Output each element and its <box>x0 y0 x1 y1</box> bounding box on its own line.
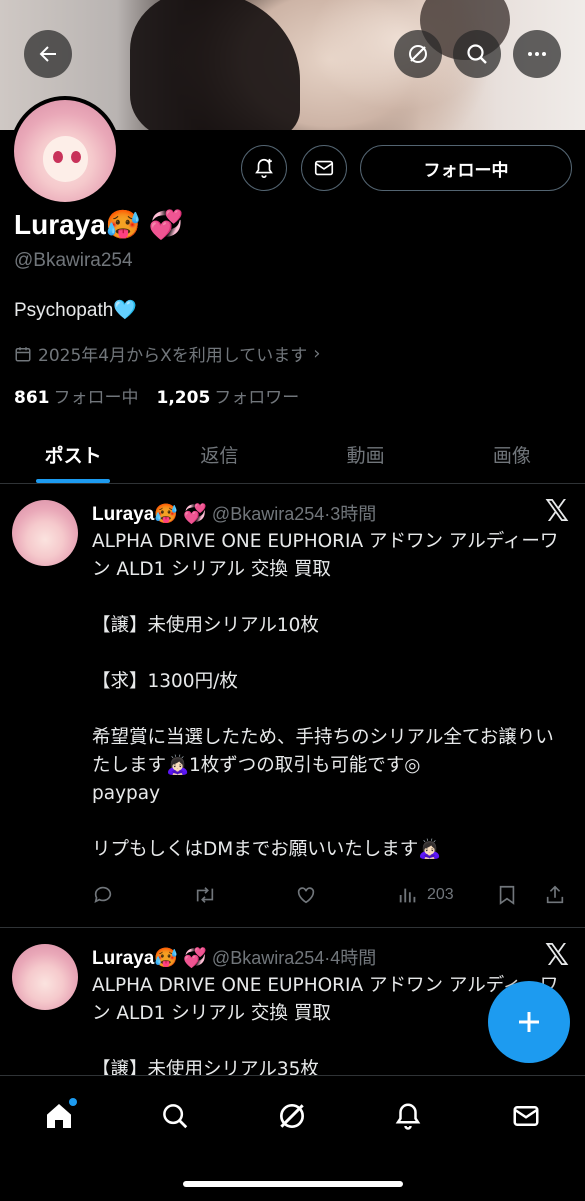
post-text: ALPHA DRIVE ONE EUPHORIA アドワン アルディーワン AL… <box>92 531 559 860</box>
post-header: Luraya🥵 💞 @Bkawira254·3時間 <box>92 500 376 526</box>
profile-tabs: ポスト 返信 動画 画像 <box>0 425 585 484</box>
avatar-face <box>42 135 89 182</box>
nav-home[interactable] <box>39 1096 79 1136</box>
joined-text: 2025年4月からXを利用しています <box>38 346 308 366</box>
nav-notifications[interactable] <box>388 1096 428 1136</box>
back-button[interactable] <box>24 30 72 78</box>
tab-replies-label: 返信 <box>200 444 239 467</box>
following-label: フォロー中 <box>53 388 139 408</box>
post-item[interactable]: Luraya🥵 💞 @Bkawira254·3時間 𝕏 ALPHA DRIVE … <box>0 484 585 926</box>
search-button[interactable] <box>453 30 501 78</box>
views-button[interactable]: 203 <box>397 884 454 906</box>
tab-videos[interactable]: 動画 <box>293 425 439 483</box>
following-count: 861 <box>14 388 50 408</box>
active-tab-indicator <box>36 479 111 483</box>
bell-icon <box>395 1103 421 1130</box>
plus-icon <box>519 1012 539 1032</box>
display-name: Luraya🥵 💞 <box>14 209 184 240</box>
repost-icon <box>196 887 214 903</box>
envelope-icon <box>314 160 334 176</box>
share-icon <box>546 885 564 904</box>
heart-icon <box>297 887 315 904</box>
more-icon <box>528 52 546 56</box>
tab-posts[interactable]: ポスト <box>0 425 146 483</box>
post-actions: 203 <box>92 880 572 910</box>
tab-images-label: 画像 <box>492 444 531 467</box>
notification-dot <box>69 1098 77 1106</box>
search-icon <box>467 44 487 64</box>
compose-button[interactable] <box>488 981 570 1063</box>
views-count: 203 <box>427 886 454 903</box>
profile-handle: @Bkawira254 <box>14 250 133 271</box>
like-button[interactable] <box>295 884 317 906</box>
nav-grok[interactable] <box>272 1096 312 1136</box>
profile-bio: Psychopath🩵 <box>14 300 137 321</box>
more-button[interactable] <box>513 30 561 78</box>
grok-icon <box>280 1104 304 1128</box>
home-indicator <box>183 1181 403 1187</box>
post-avatar[interactable] <box>12 500 78 566</box>
search-icon <box>163 1104 188 1129</box>
post-author-name: Luraya🥵 💞 <box>92 948 207 969</box>
follow-stats: 861 フォロー中 1,205 フォロワー <box>14 383 299 408</box>
arrow-left-icon <box>39 46 56 62</box>
notifications-subscribe-button[interactable] <box>241 145 287 191</box>
tab-posts-label: ポスト <box>44 444 102 467</box>
grok-button[interactable] <box>394 30 442 78</box>
tab-replies[interactable]: 返信 <box>146 425 292 483</box>
bookmark-button[interactable] <box>497 884 517 906</box>
post-author-name: Luraya🥵 💞 <box>92 504 207 525</box>
x-logo-icon: 𝕏 <box>544 938 569 973</box>
tab-images[interactable]: 画像 <box>439 425 585 483</box>
post-time: ·4時間 <box>324 948 377 968</box>
repost-button[interactable] <box>192 884 218 906</box>
followers-stat[interactable]: 1,205 フォロワー <box>157 383 300 408</box>
bell-plus-icon <box>255 158 273 178</box>
chevron-right-icon: › <box>313 343 321 364</box>
banner-photo-hair <box>130 0 300 130</box>
bookmark-icon <box>499 885 515 905</box>
reply-button[interactable] <box>92 884 114 906</box>
post-author-handle: @Bkawira254 <box>211 504 325 524</box>
joined-date[interactable]: 2025年4月からXを利用しています › <box>14 341 320 366</box>
reply-icon <box>94 886 112 903</box>
message-button[interactable] <box>301 145 347 191</box>
avatar-eye-left <box>52 151 63 164</box>
post-time: ·3時間 <box>324 504 377 524</box>
post-author-handle: @Bkawira254 <box>211 948 325 968</box>
calendar-icon <box>15 346 31 361</box>
post-header: Luraya🥵 💞 @Bkawira254·4時間 <box>92 944 376 970</box>
envelope-icon <box>513 1106 539 1126</box>
share-button[interactable] <box>544 884 566 906</box>
tab-videos-label: 動画 <box>346 444 385 467</box>
following-button[interactable]: フォロー中 <box>360 145 572 191</box>
following-stat[interactable]: 861 フォロー中 <box>14 383 139 408</box>
x-logo-icon: 𝕏 <box>544 494 569 529</box>
profile-avatar[interactable] <box>10 96 120 206</box>
nav-messages[interactable] <box>506 1096 546 1136</box>
bar-chart-icon <box>399 888 416 903</box>
followers-count: 1,205 <box>156 388 211 408</box>
followers-label: フォロワー <box>214 388 300 408</box>
post-avatar[interactable] <box>12 944 78 1010</box>
grok-icon <box>409 45 427 63</box>
nav-search[interactable] <box>155 1096 195 1136</box>
